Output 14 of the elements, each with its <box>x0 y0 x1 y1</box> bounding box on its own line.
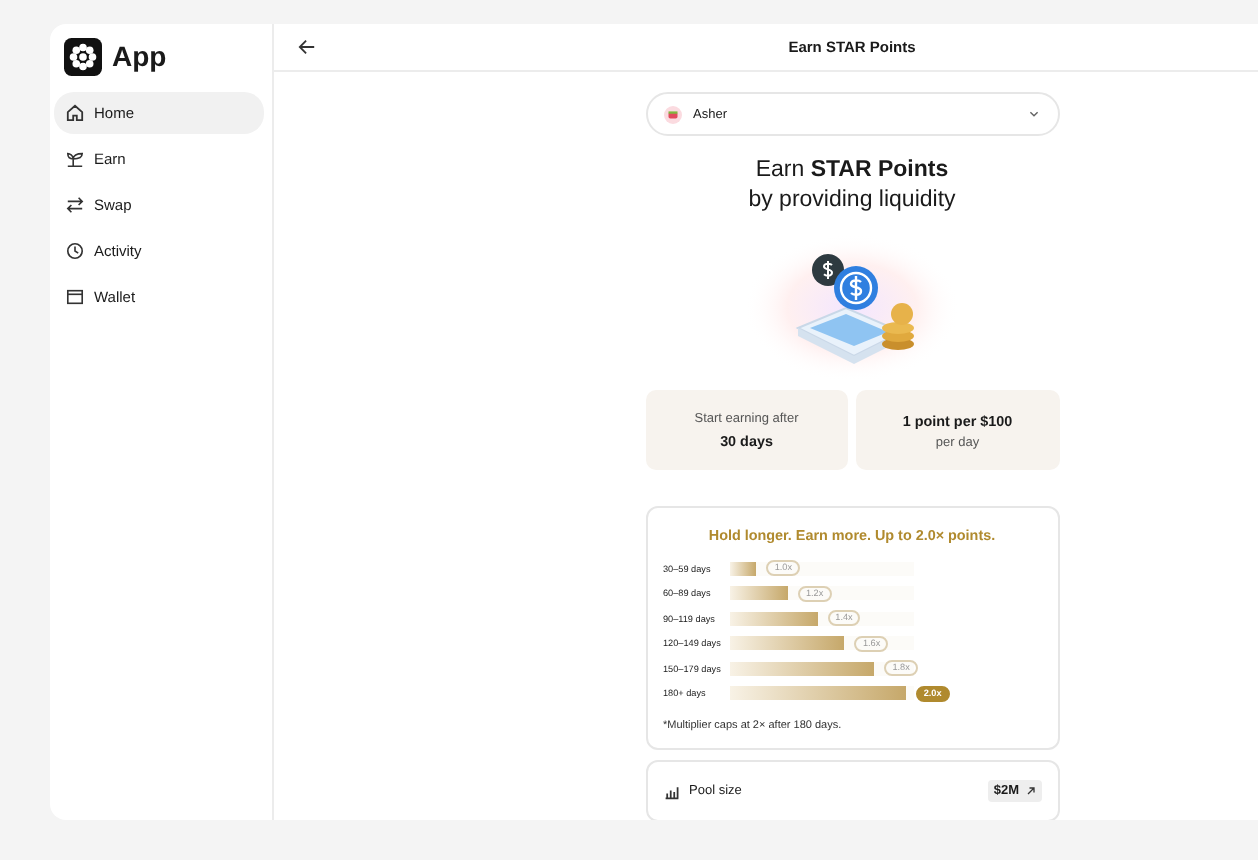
pool-token-icon <box>663 105 681 123</box>
flower-logo-icon <box>64 37 102 75</box>
clock-icon <box>66 242 84 260</box>
chevron-down-icon <box>1027 108 1039 120</box>
back-arrow-icon[interactable] <box>298 38 316 56</box>
hero-subtitle: by providing liquidity <box>748 186 956 216</box>
hero-title: Earn STAR Points <box>753 156 951 186</box>
bar-chart-icon <box>663 783 679 799</box>
external-arrow-icon <box>1025 786 1035 796</box>
swap-icon <box>66 196 84 214</box>
app-name: App <box>112 40 167 72</box>
home-icon <box>66 104 84 122</box>
wallet-icon <box>66 288 84 306</box>
sprout-icon <box>66 150 84 168</box>
